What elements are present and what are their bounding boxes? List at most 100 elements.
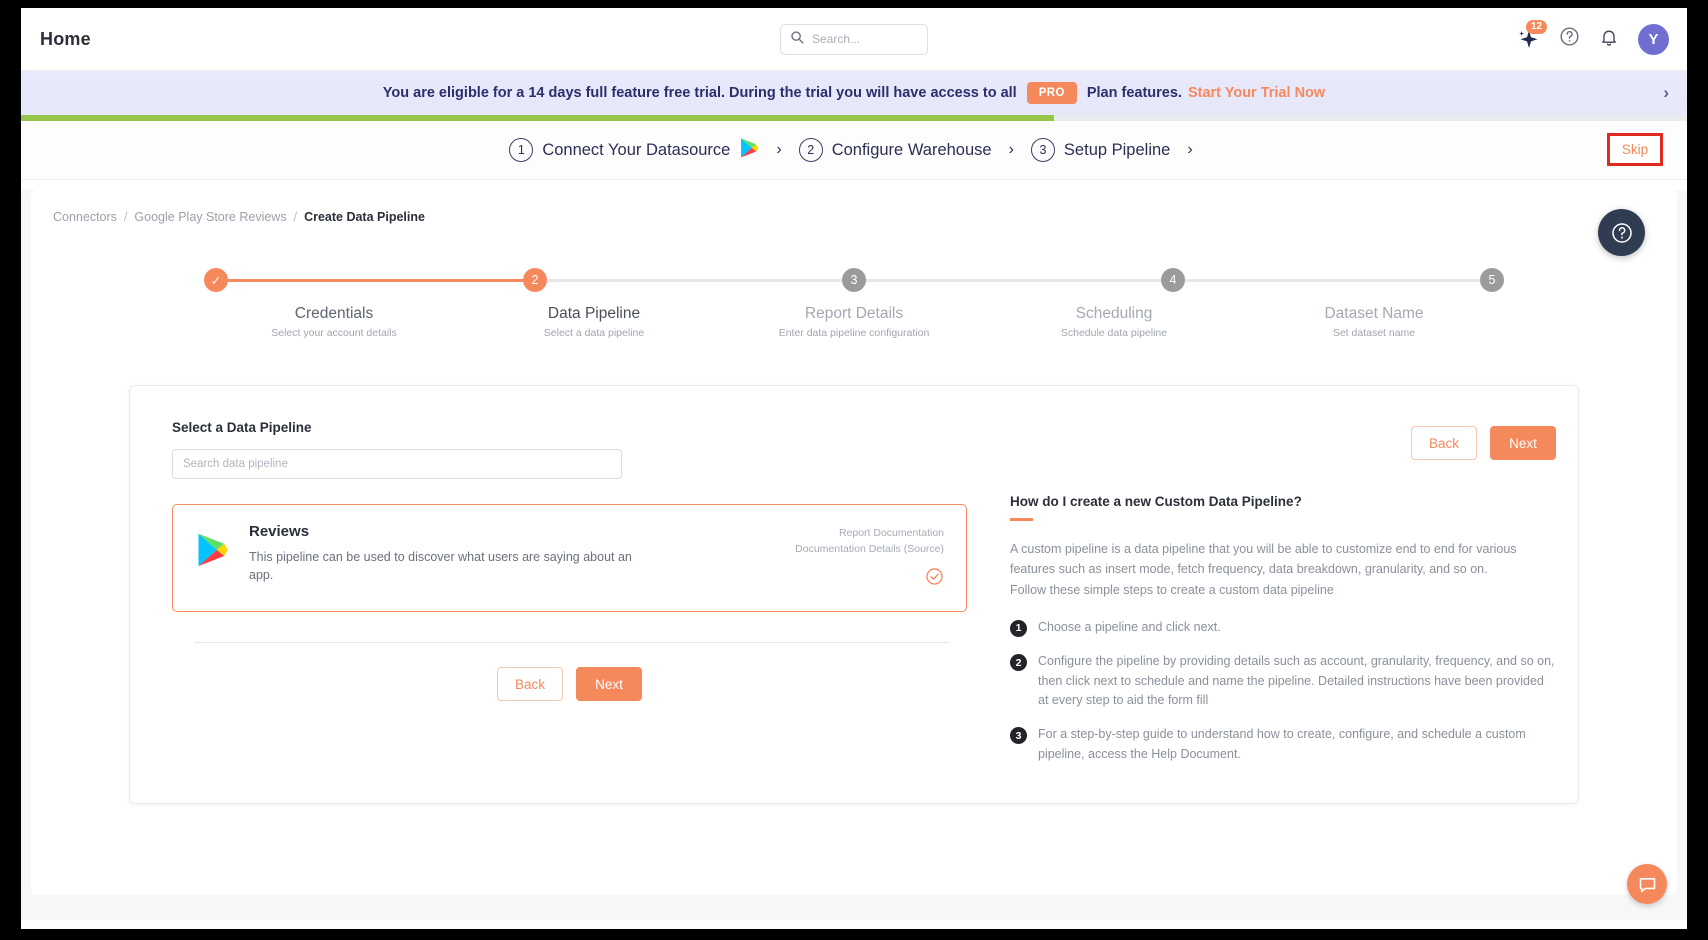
search-input[interactable] [812, 32, 918, 46]
stepper-node-scheduling[interactable]: 4 [1161, 268, 1185, 292]
data-pipeline-panel: Select a Data Pipeline Re [129, 385, 1579, 804]
stepper-subtitle: Set dataset name [1332, 327, 1416, 339]
stepper-connector-4 [1185, 278, 1480, 282]
stepper-track: ✓ 2 3 4 5 [204, 268, 1504, 292]
bell-icon[interactable] [1599, 27, 1619, 52]
help-step-number: 2 [1010, 654, 1027, 672]
back-button-top[interactable]: Back [1411, 426, 1477, 460]
stepper-connector-3 [866, 278, 1161, 282]
chat-fab-button[interactable] [1627, 864, 1667, 904]
top-header: Home 12 [21, 8, 1687, 71]
breadcrumb-item-create-data-pipeline: Create Data Pipeline [304, 210, 425, 224]
help-paragraph-1: A custom pipeline is a data pipeline tha… [1010, 542, 1517, 577]
stepper-title: Credentials [294, 305, 374, 322]
content-card: Connectors / Google Play Store Reviews /… [31, 190, 1677, 895]
stepper-subtitle: Select a data pipeline [543, 327, 645, 339]
page-title: Home [40, 28, 91, 49]
pipeline-selected-check-icon [925, 567, 944, 591]
section-title: Select a Data Pipeline [172, 420, 312, 435]
stepper-title: Dataset Name [1324, 305, 1424, 322]
breadcrumb-separator: / [123, 210, 128, 224]
step-number: 3 [1030, 138, 1055, 162]
pipeline-stepper: ✓ 2 3 4 5 Credentials Select your accoun… [204, 268, 1504, 339]
start-trial-link[interactable]: Start Your Trial Now [1188, 85, 1325, 101]
ai-badge-count: 12 [1526, 20, 1548, 34]
stepper-title: Data Pipeline [547, 305, 641, 322]
step-label: Setup Pipeline [1063, 140, 1171, 159]
stepper-node-dataset-name[interactable]: 5 [1480, 268, 1504, 292]
stepper-subtitle: Enter data pipeline configuration [778, 327, 930, 339]
stepper-label-credentials: Credentials Select your account details [204, 305, 464, 339]
search-box[interactable] [780, 23, 928, 55]
help-circle-icon[interactable] [1559, 26, 1580, 52]
pro-badge: PRO [1026, 82, 1077, 104]
stepper-label-scheduling: Scheduling Schedule data pipeline [984, 305, 1244, 339]
help-heading: How do I create a new Custom Data Pipeli… [1010, 494, 1302, 509]
trial-banner-text-before: You are eligible for a 14 days full feat… [382, 85, 1017, 101]
trial-banner: You are eligible for a 14 days full feat… [21, 71, 1687, 115]
stepper-connector-1 [228, 278, 523, 282]
help-step-item: 3 For a step-by-step guide to understand… [1010, 725, 1556, 764]
onboarding-wizard: 1 Connect Your Datasource › 2 Configure … [21, 121, 1687, 180]
global-search [780, 23, 928, 55]
wizard-separator: › [1187, 141, 1193, 158]
top-button-row: Back Next [1010, 426, 1556, 460]
stepper-title: Report Details [804, 305, 904, 322]
help-step-number: 1 [1010, 619, 1027, 637]
search-icon [790, 30, 804, 49]
help-steps-list: 1 Choose a pipeline and click next. 2 Co… [1010, 618, 1556, 764]
stepper-node-data-pipeline[interactable]: 2 [523, 268, 547, 292]
onboarding-step-setup-pipeline[interactable]: 3 Setup Pipeline [1030, 138, 1171, 162]
pipeline-selection-section: Select a Data Pipeline Re [152, 420, 967, 779]
ai-assistant-button[interactable]: 12 [1516, 20, 1548, 51]
panel-divider [194, 642, 949, 643]
pipeline-search-input[interactable] [172, 449, 622, 479]
wizard-separator: › [776, 141, 782, 158]
onboarding-steps: 1 Connect Your Datasource › 2 Configure … [509, 137, 1198, 164]
breadcrumb: Connectors / Google Play Store Reviews /… [31, 190, 1677, 224]
help-circle-icon [1611, 222, 1632, 243]
stepper-subtitle: Select your account details [271, 327, 397, 339]
help-accent-rule [1010, 518, 1033, 521]
help-paragraph-2: Follow these simple steps to create a cu… [1010, 582, 1334, 597]
bottom-button-row: Back Next [172, 667, 967, 701]
documentation-details-link[interactable]: Documentation Details (Source) [795, 541, 944, 557]
stepper-title: Scheduling [1075, 305, 1153, 322]
content-area: Connectors / Google Play Store Reviews /… [21, 190, 1687, 920]
stepper-node-report-details[interactable]: 3 [842, 268, 866, 292]
chevron-right-icon[interactable]: › [1663, 83, 1669, 103]
help-step-text: Configure the pipeline by providing deta… [1038, 654, 1555, 707]
back-button-bottom[interactable]: Back [497, 667, 563, 701]
stepper-connector-2 [547, 278, 842, 282]
onboarding-step-configure-warehouse[interactable]: 2 Configure Warehouse [798, 138, 992, 162]
help-step-item: 1 Choose a pipeline and click next. [1010, 618, 1556, 637]
help-fab-button[interactable] [1598, 209, 1645, 256]
header-actions: 12 Y [1516, 20, 1669, 55]
google-play-icon [739, 137, 759, 164]
skip-button[interactable]: Skip [1607, 133, 1663, 166]
breadcrumb-item-connectors[interactable]: Connectors [53, 210, 117, 224]
step-number: 2 [798, 138, 823, 162]
help-step-text: For a step-by-step guide to understand h… [1038, 727, 1526, 761]
avatar[interactable]: Y [1638, 23, 1669, 55]
stepper-node-credentials[interactable]: ✓ [204, 268, 228, 292]
help-step-item: 2 Configure the pipeline by providing de… [1010, 652, 1556, 710]
wizard-separator: › [1008, 141, 1014, 158]
next-button-bottom[interactable]: Next [576, 667, 642, 701]
step-label: Configure Warehouse [831, 140, 992, 159]
report-documentation-link[interactable]: Report Documentation [795, 525, 944, 541]
trial-banner-text-after: Plan features. [1086, 85, 1182, 101]
pipeline-card-reviews[interactable]: Reviews This pipeline can be used to dis… [172, 504, 967, 612]
breadcrumb-separator: / [293, 210, 298, 224]
app-viewport: Home 12 [21, 8, 1687, 929]
help-step-number: 3 [1010, 727, 1027, 745]
stepper-labels: Credentials Select your account details … [204, 305, 1504, 339]
pipeline-description: This pipeline can be used to discover wh… [249, 550, 632, 583]
breadcrumb-item-google-play-store-reviews[interactable]: Google Play Store Reviews [134, 210, 286, 224]
onboarding-step-connect-datasource[interactable]: 1 Connect Your Datasource [509, 137, 759, 164]
chat-bubble-icon [1639, 877, 1655, 892]
stepper-label-data-pipeline: Data Pipeline Select a data pipeline [464, 305, 724, 339]
stepper-subtitle: Schedule data pipeline [1060, 327, 1168, 339]
next-button-top[interactable]: Next [1490, 426, 1556, 460]
help-step-text: Choose a pipeline and click next. [1038, 619, 1221, 634]
